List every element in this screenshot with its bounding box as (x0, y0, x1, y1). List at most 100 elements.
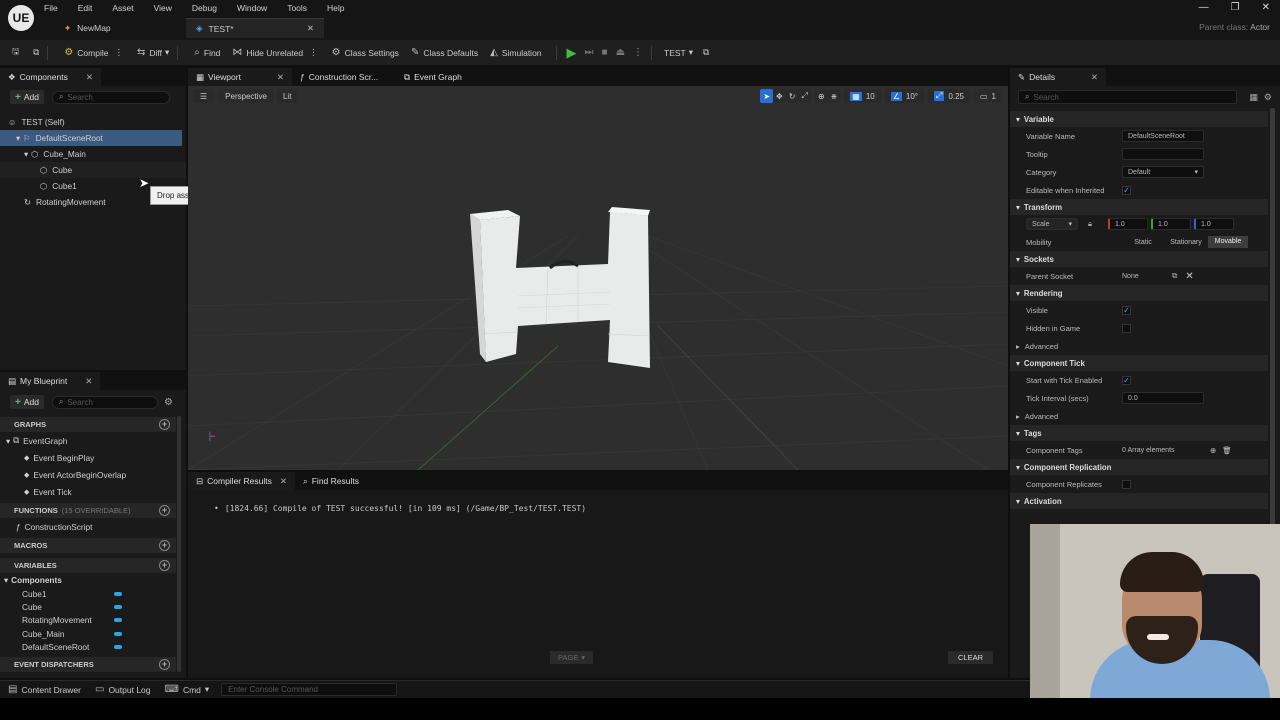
tick-advanced[interactable]: ▸ Advanced (1010, 407, 1268, 425)
variable-name-field[interactable]: DefaultSceneRoot (1122, 130, 1204, 142)
surface-snap-icon[interactable]: ⋇ (827, 89, 841, 103)
perspective-button[interactable]: Perspective (219, 89, 273, 103)
section-activation[interactable]: ▾ Activation (1010, 493, 1268, 509)
section-component-tick[interactable]: ▾ Component Tick (1010, 355, 1268, 371)
add-component-button[interactable]: + Add (10, 90, 44, 104)
graphs-section[interactable]: GRAPHS + (0, 417, 176, 432)
grid-snap-button[interactable]: ▦ 10 (844, 89, 881, 103)
close-icon[interactable]: ✕ (307, 23, 314, 34)
scale-z-field[interactable]: 1.0 (1194, 218, 1234, 230)
macros-section[interactable]: MACROS + (0, 538, 176, 553)
find-button[interactable]: ⌕ Find (194, 47, 220, 58)
component-cube[interactable]: ⬡ Cube (0, 162, 186, 178)
clear-socket-icon[interactable]: ✕ (1185, 271, 1193, 282)
section-transform[interactable]: ▾ Transform (1010, 199, 1268, 215)
variable-item[interactable]: Cube1 (0, 587, 176, 600)
menu-file[interactable]: File (44, 3, 58, 13)
variable-type-pill[interactable] (114, 631, 122, 636)
variables-section[interactable]: VARIABLES + (0, 558, 176, 573)
translate-icon[interactable]: ✥ (773, 89, 786, 103)
trash-icon[interactable]: 🗑︎ (1222, 446, 1232, 455)
event-item[interactable]: ◆ Event BeginPlay (0, 449, 176, 466)
section-tags[interactable]: ▾ Tags (1010, 425, 1268, 441)
tab-find-results[interactable]: ⌕ Find Results (295, 472, 367, 490)
close-icon[interactable]: ✕ (277, 72, 284, 83)
doc-tab-newmap[interactable]: ✦ NewMap (54, 18, 184, 38)
tick-enabled-checkbox[interactable]: ✓ (1122, 375, 1131, 385)
diff-button[interactable]: ⇆ Diff ▾ (137, 47, 169, 58)
rotate-icon[interactable]: ↻ (785, 89, 799, 103)
menu-view[interactable]: View (154, 3, 172, 13)
menu-asset[interactable]: Asset (112, 3, 133, 13)
tab-compiler-results[interactable]: ⊟ Compiler Results ✕ (188, 472, 295, 490)
menu-window[interactable]: Window (237, 3, 267, 13)
variable-item[interactable]: DefaultSceneRoot (0, 640, 176, 653)
close-icon[interactable]: ✕ (85, 376, 92, 387)
class-settings-button[interactable]: ⚙ Class Settings (332, 47, 399, 58)
construction-script-item[interactable]: ƒ ConstructionScript (0, 518, 176, 535)
variable-item[interactable]: Cube_Main (0, 627, 176, 640)
maximize-icon[interactable]: ❐ (1231, 2, 1240, 13)
tooltip-field[interactable] (1122, 148, 1204, 160)
visible-checkbox[interactable]: ✓ (1122, 305, 1131, 315)
mobility-stationary[interactable]: Stationary (1164, 239, 1208, 246)
gear-icon[interactable]: ⚙ (1264, 92, 1272, 103)
add-blueprint-item-button[interactable]: + Add (10, 395, 44, 409)
variable-item[interactable]: RotatingMovement (0, 614, 176, 627)
scale-x-field[interactable]: 1.0 (1108, 218, 1148, 230)
add-graph-icon[interactable]: + (159, 419, 170, 430)
tick-interval-field[interactable]: 0.0 (1122, 392, 1204, 404)
simulation-button[interactable]: ◭ Simulation (490, 47, 541, 58)
rendering-advanced[interactable]: ▸ Advanced (1010, 337, 1268, 355)
lit-button[interactable]: Lit (276, 89, 298, 103)
details-tab[interactable]: ✎ Details ✕ (1010, 68, 1106, 86)
close-window-icon[interactable]: ✕ (1262, 2, 1270, 13)
scrollbar[interactable] (1270, 108, 1275, 588)
functions-section[interactable]: FUNCTIONS (15 OVERRIDABLE) + (0, 503, 176, 518)
section-rendering[interactable]: ▾ Rendering (1010, 285, 1268, 301)
variable-item[interactable]: Cube (0, 600, 176, 613)
variable-group[interactable]: ▾ Components (0, 573, 176, 587)
variable-type-pill[interactable] (114, 618, 122, 623)
console-command-input[interactable]: Enter Console Command (221, 683, 398, 696)
add-element-icon[interactable]: ⊕ (1210, 446, 1216, 455)
select-mode-icon[interactable]: ➤ (760, 89, 774, 103)
add-macro-icon[interactable]: + (159, 540, 170, 551)
variable-type-pill[interactable] (114, 644, 122, 649)
output-log-button[interactable]: ▭ Output Log (95, 684, 151, 695)
add-function-icon[interactable]: + (159, 505, 170, 516)
viewport[interactable]: ☰ Perspective Lit ➤ ✥ ↻ ⤢ ⊕ ⋇ ▦ 10 ∠ 10° ⤢… (188, 86, 1008, 470)
table-view-icon[interactable]: ▦ (1249, 92, 1258, 103)
close-icon[interactable]: ✕ (1091, 72, 1098, 83)
my-blueprint-tab[interactable]: ▤ My Blueprint ✕ (0, 372, 101, 390)
component-self[interactable]: ☺ TEST (Self) (0, 114, 186, 130)
add-dispatcher-icon[interactable]: + (159, 659, 170, 671)
unreal-logo-icon[interactable]: UE (8, 5, 34, 31)
blueprint-search-input[interactable]: ⌕ Search (51, 395, 158, 409)
page-button[interactable]: PAGE ▾ (550, 651, 594, 664)
tab-construction-script[interactable]: ƒ Construction Scr... (292, 68, 396, 86)
mobility-static[interactable]: Static (1122, 239, 1164, 246)
menu-help[interactable]: Help (327, 3, 344, 13)
step-icon[interactable]: ⏭ (585, 47, 594, 58)
scale-y-field[interactable]: 1.0 (1151, 218, 1191, 230)
class-defaults-button[interactable]: ✎ Class Defaults (411, 47, 478, 58)
doc-tab-test[interactable]: ◈ TEST* ✕ (186, 18, 324, 38)
replicates-checkbox[interactable] (1122, 479, 1131, 489)
save-icon[interactable]: 🖫 (12, 46, 19, 60)
menu-edit[interactable]: Edit (78, 3, 93, 13)
h-mesh[interactable] (458, 202, 658, 372)
mobility-movable[interactable]: Movable (1208, 236, 1248, 248)
viewport-menu-icon[interactable]: ☰ (194, 89, 214, 103)
debug-target-select[interactable]: TEST ▾ (664, 47, 693, 58)
scrollbar[interactable] (177, 416, 181, 672)
components-search-input[interactable]: ⌕ Search (51, 90, 170, 104)
hide-unrelated-button[interactable]: ⋈ Hide Unrelated ⋮ (232, 47, 317, 58)
close-icon[interactable]: ✕ (280, 476, 287, 487)
more-icon[interactable]: ⋮ (633, 47, 643, 58)
component-cube-main[interactable]: ▾ ⬡ Cube_Main (0, 146, 186, 162)
angle-snap-button[interactable]: ∠ 10° (884, 89, 924, 103)
event-dispatchers-section[interactable]: EVENT DISPATCHERS + (0, 657, 176, 673)
menu-debug[interactable]: Debug (192, 3, 217, 13)
hidden-in-game-checkbox[interactable] (1122, 323, 1131, 333)
